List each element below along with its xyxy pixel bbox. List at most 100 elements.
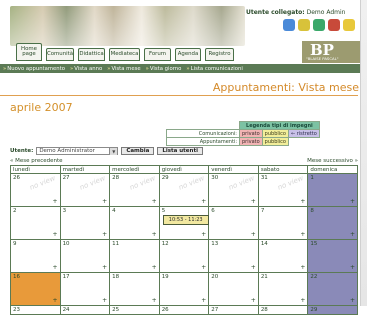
day-number[interactable]: 16 (13, 274, 20, 280)
day-number[interactable]: 2 (13, 208, 17, 214)
day-number[interactable]: 13 (211, 241, 218, 247)
day-number[interactable]: 26 (162, 307, 169, 313)
subnav-vista-mese[interactable]: »Vista mese (107, 66, 140, 72)
day-cell[interactable]: 17 + (59, 272, 111, 306)
day-number[interactable]: 27 (63, 175, 70, 181)
day-number[interactable]: 4 (112, 208, 116, 214)
day-number[interactable]: 26 (13, 175, 20, 181)
day-cell[interactable]: 14 + (257, 239, 309, 273)
add-appointment-icon[interactable]: + (251, 297, 256, 304)
previous-month-link[interactable]: « Mese precedente (10, 158, 63, 164)
add-appointment-icon[interactable]: + (102, 198, 107, 205)
tab-home-page[interactable]: Home page (16, 43, 42, 61)
day-cell[interactable]: 28 no view + (109, 173, 160, 207)
day-cell[interactable]: 30 no view + (208, 173, 259, 207)
day-cell-sunday[interactable]: 29 (307, 305, 358, 315)
day-cell[interactable]: 6 + (208, 206, 259, 240)
day-cell[interactable]: 29 no view + (158, 173, 210, 207)
day-cell[interactable]: 11 + (109, 239, 160, 273)
day-cell[interactable]: 7 + (257, 206, 309, 240)
day-number[interactable]: 12 (162, 241, 169, 247)
user-list-button[interactable]: Lista utenti (157, 147, 203, 155)
day-number[interactable]: 19 (162, 274, 169, 280)
subnav-vista-giorno[interactable]: »Vista giorno (146, 66, 182, 72)
day-cell-sunday[interactable]: 8 + (307, 206, 358, 240)
tab-forum[interactable]: Forum (144, 48, 171, 61)
add-appointment-icon[interactable]: + (53, 297, 58, 304)
add-appointment-icon[interactable]: + (152, 231, 157, 238)
day-cell[interactable]: 31 no view + (257, 173, 309, 207)
day-cell-sunday[interactable]: 1 + (307, 173, 358, 207)
next-month-link[interactable]: Mese successivo » (307, 158, 358, 164)
add-appointment-icon[interactable]: + (152, 264, 157, 271)
day-number[interactable]: 11 (112, 241, 119, 247)
day-cell[interactable]: 26 (158, 305, 210, 315)
day-number[interactable]: 18 (112, 274, 119, 280)
tab-didattica[interactable]: Didattica (78, 48, 105, 61)
day-number[interactable]: 20 (211, 274, 218, 280)
day-number[interactable]: 28 (112, 175, 119, 181)
day-number[interactable]: 1 (310, 175, 314, 181)
day-number[interactable]: 25 (112, 307, 119, 313)
day-cell[interactable]: 18 + (109, 272, 160, 306)
day-number[interactable]: 22 (310, 274, 317, 280)
smiley-icon[interactable] (343, 19, 355, 31)
day-cell[interactable]: 21 + (257, 272, 309, 306)
add-appointment-icon[interactable]: + (53, 198, 58, 205)
tab-agenda[interactable]: Agenda (175, 48, 201, 61)
day-cell[interactable]: 5 10:53 - 11:23 + (158, 206, 210, 240)
tab-registro[interactable]: Registro (205, 48, 234, 61)
day-number[interactable]: 30 (211, 175, 218, 181)
change-button[interactable]: Cambia (121, 147, 155, 155)
day-cell[interactable]: 28 (257, 305, 309, 315)
day-cell-today[interactable]: 16 + (10, 272, 61, 306)
add-appointment-icon[interactable]: + (53, 264, 58, 271)
add-appointment-icon[interactable]: + (350, 264, 355, 271)
chevron-down-icon[interactable]: ▼ (109, 147, 118, 155)
day-number[interactable]: 29 (310, 307, 317, 313)
day-cell[interactable]: 2 + (10, 206, 61, 240)
subnav-vista-anno[interactable]: »Vista anno (70, 66, 102, 72)
add-appointment-icon[interactable]: + (201, 264, 206, 271)
day-cell[interactable]: 27 no view + (59, 173, 111, 207)
day-cell-sunday[interactable]: 15 + (307, 239, 358, 273)
add-appointment-icon[interactable]: + (300, 231, 305, 238)
day-number[interactable]: 14 (261, 241, 268, 247)
add-appointment-icon[interactable]: + (201, 231, 206, 238)
subnav-lista-comunicazioni[interactable]: »Lista comunicazioni (186, 66, 242, 72)
add-appointment-icon[interactable]: + (350, 231, 355, 238)
day-number[interactable]: 17 (63, 274, 70, 280)
day-number[interactable]: 27 (211, 307, 218, 313)
add-appointment-icon[interactable]: + (201, 297, 206, 304)
add-appointment-icon[interactable]: + (251, 264, 256, 271)
add-appointment-icon[interactable]: + (152, 297, 157, 304)
day-number[interactable]: 23 (13, 307, 20, 313)
day-cell[interactable]: 3 + (59, 206, 111, 240)
day-number[interactable]: 31 (261, 175, 268, 181)
day-number[interactable]: 24 (63, 307, 70, 313)
day-cell[interactable]: 10 + (59, 239, 111, 273)
add-appointment-icon[interactable]: + (102, 264, 107, 271)
day-cell-sunday[interactable]: 22 + (307, 272, 358, 306)
day-cell[interactable]: 25 (109, 305, 160, 315)
tab-mediateca[interactable]: Mediateca (109, 48, 140, 61)
subnav-nuovo-appuntamento[interactable]: »Nuovo appuntamento (3, 66, 65, 72)
globe-icon[interactable] (313, 19, 325, 31)
add-appointment-icon[interactable]: + (350, 198, 355, 205)
add-appointment-icon[interactable]: + (53, 231, 58, 238)
day-cell[interactable]: 9 + (10, 239, 61, 273)
appointment-entry[interactable]: 10:53 - 11:23 (162, 215, 209, 225)
add-appointment-icon[interactable]: + (152, 198, 157, 205)
add-appointment-icon[interactable]: + (300, 297, 305, 304)
day-number[interactable]: 8 (310, 208, 314, 214)
add-appointment-icon[interactable]: + (350, 297, 355, 304)
day-cell[interactable]: 20 + (208, 272, 259, 306)
day-number[interactable]: 10 (63, 241, 70, 247)
day-cell[interactable]: 23 (10, 305, 61, 315)
add-appointment-icon[interactable]: + (102, 231, 107, 238)
user-select[interactable]: Demo Administrator ▼ (36, 147, 119, 155)
add-appointment-icon[interactable]: + (300, 264, 305, 271)
gear-icon[interactable] (328, 19, 340, 31)
day-cell[interactable]: 19 + (158, 272, 210, 306)
day-number[interactable]: 28 (261, 307, 268, 313)
